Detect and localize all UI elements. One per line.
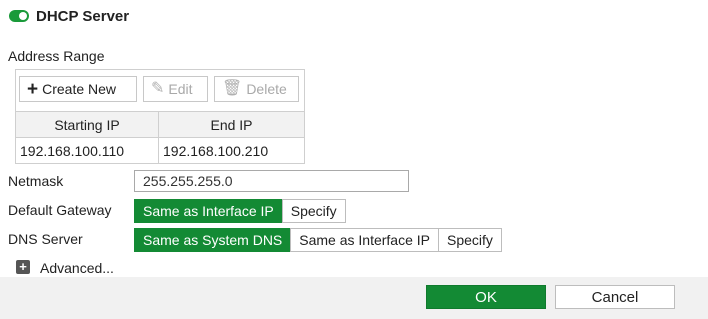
table-row[interactable]: 192.168.100.110 192.168.100.210 [16,138,304,164]
edit-label: Edit [168,81,193,97]
netmask-input[interactable]: 255.255.255.0 [134,170,409,192]
address-range-table: Starting IP End IP 192.168.100.110 192.1… [16,111,304,164]
trash-icon: 🗑 [222,80,243,97]
starting-ip-cell: 192.168.100.110 [16,138,159,164]
dns-option-same-as-system-dns[interactable]: Same as System DNS [134,228,292,252]
dns-option-same-as-interface-ip[interactable]: Same as Interface IP [290,228,439,252]
section-title: DHCP Server [36,8,130,25]
create-new-label: Create New [42,81,117,97]
gateway-option-specify[interactable]: Specify [281,199,346,223]
plus-icon: + [27,78,39,100]
delete-button[interactable]: 🗑 Delete [214,76,299,102]
dns-server-selector: Same as System DNS Same as Interface IP … [134,228,502,252]
toggle-knob [19,12,27,20]
dns-option-specify[interactable]: Specify [438,228,502,252]
default-gateway-selector: Same as Interface IP Specify [134,199,346,223]
gateway-option-same-as-interface-ip[interactable]: Same as Interface IP [134,199,283,223]
address-range-panel: + Create New ✎ Edit 🗑 Delete Starting IP… [15,69,305,164]
default-gateway-label: Default Gateway [8,202,112,218]
ok-button[interactable]: OK [426,285,546,309]
dns-server-label: DNS Server [8,231,83,247]
column-header-end-ip[interactable]: End IP [159,112,304,138]
netmask-label: Netmask [8,173,64,189]
advanced-link[interactable]: Advanced... [40,260,114,276]
delete-label: Delete [246,81,287,97]
create-new-button[interactable]: + Create New [19,76,137,102]
end-ip-cell: 192.168.100.210 [163,143,269,159]
expand-plus-icon[interactable]: + [16,260,30,274]
edit-button[interactable]: ✎ Edit [143,76,208,102]
cancel-button[interactable]: Cancel [555,285,675,309]
address-range-label: Address Range [8,48,105,64]
dhcp-server-toggle[interactable] [9,10,29,22]
column-header-starting-ip[interactable]: Starting IP [16,112,159,138]
table-header-row: Starting IP End IP [16,112,304,138]
edit-icon: ✎ [151,80,165,97]
